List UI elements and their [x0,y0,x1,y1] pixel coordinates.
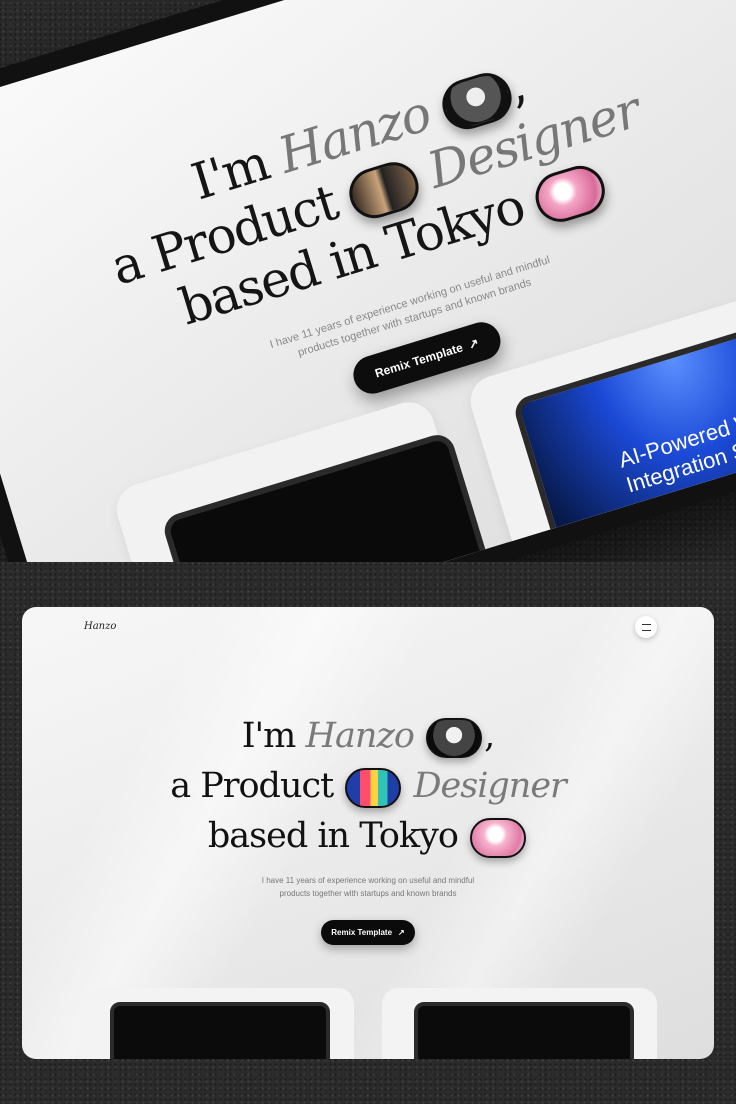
dark-tablet-preview [160,430,509,562]
website-preview: Hanzo I'm Hanzo , a Product Designer bas… [22,607,714,1059]
subtitle-line: products together with startups and know… [279,889,457,898]
headline-prefix: I'm [241,716,297,756]
arrow-up-right-icon: ↗ [398,928,405,937]
subtitle-line: I have 11 years of experience working on… [261,876,475,885]
tokyo-pill-image [529,159,612,228]
blue-tablet-preview [414,1002,634,1059]
tokyo-pill-image [470,817,527,858]
headline-name: Hanzo [305,716,415,756]
headline-designer: Designer [413,766,566,806]
headline-product: a Product [170,766,334,806]
apps-pill-image [345,767,402,808]
project-card[interactable]: AI-Powered W Integration S [464,278,736,562]
monitor-bezel: I'm Hanzo , a Product Designer based in … [0,0,736,562]
cta-label: Remix Template [373,340,465,381]
hero-subtitle: I have 11 years of experience working on… [22,874,714,900]
hamburger-icon [641,623,651,631]
blue-tablet-preview: AI-Powered W Integration S [511,304,736,562]
tablet-headline: AI-Powered W Integration S [616,407,736,498]
remix-template-button[interactable]: Remix Template ↗ [321,920,415,945]
dark-tablet-preview [110,1002,330,1059]
hero-headline: I'm Hanzo , a Product Designer based in … [22,711,714,861]
perspective-mockup: I'm Hanzo , a Product Designer based in … [0,0,736,562]
cta-label: Remix Template [331,928,393,937]
headline-comma: , [484,716,495,756]
headline-location: based in Tokyo [207,816,459,856]
menu-button[interactable] [635,616,657,638]
project-card[interactable] [110,395,509,562]
monitor-screen: I'm Hanzo , a Product Designer based in … [0,0,736,562]
site-logo[interactable]: Hanzo [84,621,116,632]
arrow-up-right-icon: ↗ [463,335,481,353]
portrait-pill-image [426,717,483,758]
